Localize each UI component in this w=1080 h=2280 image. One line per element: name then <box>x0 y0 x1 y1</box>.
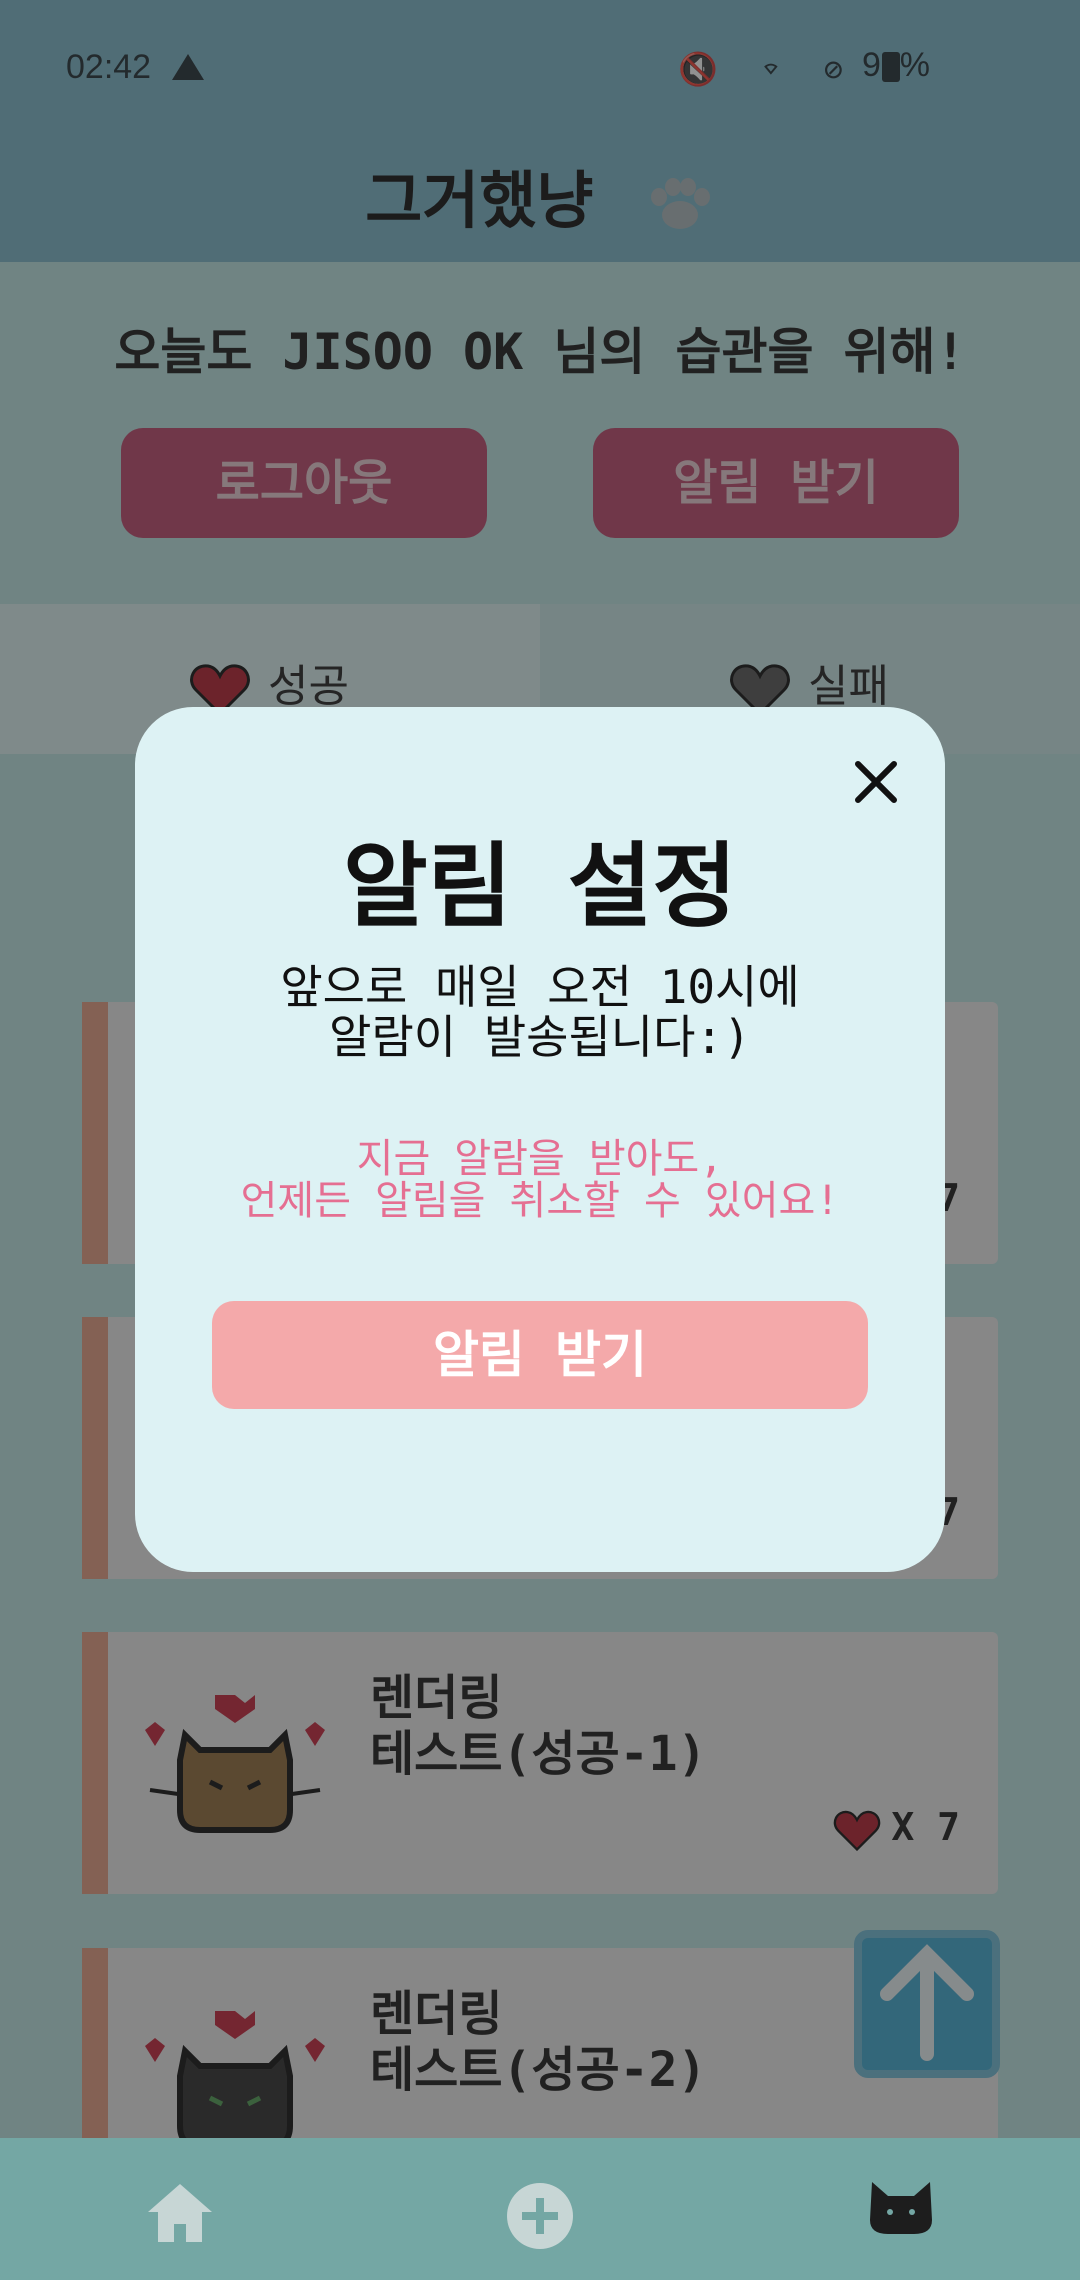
modal-note: 지금 알람을 받아도, 언제든 알림을 취소할 수 있어요! <box>240 1136 840 1224</box>
modal-title: 알림 설정 <box>343 833 737 940</box>
cat-profile-icon[interactable] <box>868 2180 934 2236</box>
close-icon[interactable] <box>846 752 906 812</box>
modal-description: 앞으로 매일 오전 10시에 알람이 발송됩니다:) <box>280 960 800 1064</box>
modal-backdrop-top <box>0 0 1080 262</box>
home-icon[interactable] <box>146 2182 214 2244</box>
modal-get-alarm-button[interactable]: 알림 받기 <box>212 1301 868 1409</box>
add-icon[interactable] <box>506 2182 574 2250</box>
